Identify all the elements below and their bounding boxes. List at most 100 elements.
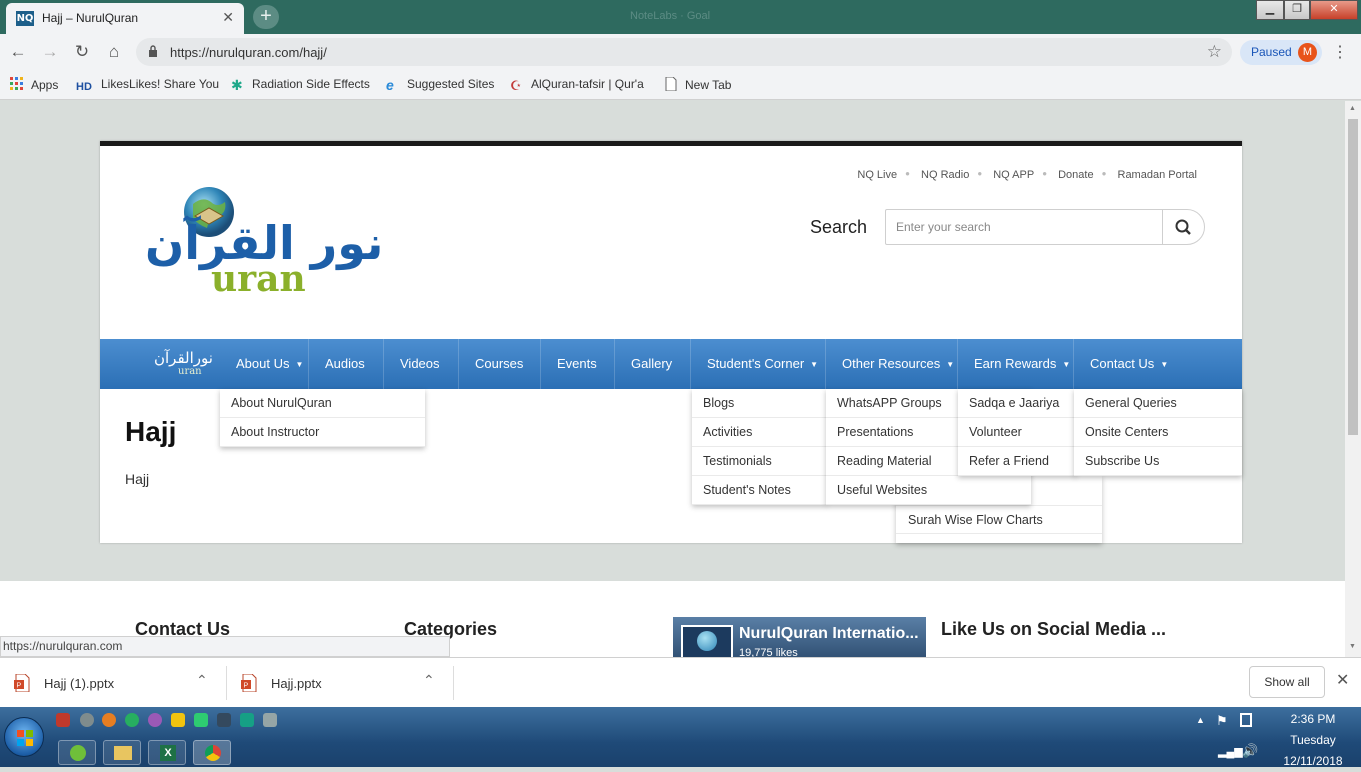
top-link-nq-app[interactable]: NQ APP bbox=[993, 169, 1034, 181]
browser-tab[interactable]: NQ Hajj – NurulQuran ✕ bbox=[6, 3, 244, 34]
nav-home-logo[interactable]: نورالقرآن uran bbox=[140, 339, 220, 389]
nav-label: About Us bbox=[236, 356, 290, 371]
taskbar-chrome[interactable] bbox=[193, 740, 231, 765]
bookmark-star-icon[interactable]: ☆ bbox=[1207, 42, 1222, 62]
scrollbar-thumb[interactable] bbox=[1348, 119, 1358, 435]
menu-item-general-queries[interactable]: General Queries bbox=[1074, 389, 1242, 418]
menu-item-refer-a-friend[interactable]: Refer a Friend bbox=[958, 447, 1076, 476]
reload-button[interactable]: ↻ bbox=[72, 42, 92, 62]
search-input[interactable] bbox=[885, 209, 1163, 245]
chrome-icon[interactable] bbox=[125, 713, 139, 727]
chevron-up-icon[interactable]: ⌃ bbox=[423, 672, 435, 689]
top-link-nq-radio[interactable]: NQ Radio bbox=[921, 169, 969, 181]
nav-about-us[interactable]: About Us ▼ bbox=[220, 339, 309, 389]
dropdown-contact-us: General Queries Onsite Centers Subscribe… bbox=[1074, 389, 1242, 476]
nav-audios[interactable]: Audios bbox=[309, 339, 384, 389]
quick-launch-icon[interactable] bbox=[240, 713, 254, 727]
top-link-ramadan-portal[interactable]: Ramadan Portal bbox=[1118, 169, 1198, 181]
bookmark-suggested-sites[interactable]: e Suggested Sites bbox=[386, 77, 495, 93]
quick-launch-icon[interactable] bbox=[263, 713, 277, 727]
taskbar-utorrent[interactable] bbox=[58, 740, 96, 765]
download-item[interactable]: P Hajj.pptx ⌃ bbox=[227, 666, 454, 700]
taskbar-excel[interactable]: X bbox=[148, 740, 186, 765]
minimize-button[interactable]: ▁ bbox=[1256, 0, 1284, 20]
bookmark-likeslikes[interactable]: HD LikesLikes! Share You bbox=[76, 77, 219, 95]
footer-social-heading: Like Us on Social Media ... bbox=[941, 619, 1167, 639]
volume-icon[interactable]: 🔊 bbox=[1242, 743, 1258, 759]
windows-logo-icon bbox=[17, 730, 33, 746]
quick-launch-icon[interactable] bbox=[217, 713, 231, 727]
start-button[interactable] bbox=[4, 717, 44, 757]
menu-item-students-notes[interactable]: Student's Notes bbox=[692, 476, 827, 505]
page-icon bbox=[665, 77, 677, 91]
menu-item-subscribe-us[interactable]: Subscribe Us bbox=[1074, 447, 1242, 476]
chrome-icon bbox=[205, 745, 221, 761]
bookmark-new-tab[interactable]: New Tab bbox=[664, 77, 731, 92]
facebook-page-widget[interactable]: NurulQuran Internatio... 19,775 likes bbox=[673, 617, 926, 657]
firefox-icon[interactable] bbox=[102, 713, 116, 727]
url-text: https://nurulquran.com/hajj/ bbox=[170, 45, 327, 60]
nav-students-corner[interactable]: Student's Corner ▼ bbox=[691, 339, 826, 389]
menu-item-surah-wise-flow-charts[interactable]: Surah Wise Flow Charts bbox=[896, 505, 1102, 534]
taskbar-explorer[interactable] bbox=[103, 740, 141, 765]
show-hidden-icons[interactable]: ▲ bbox=[1196, 715, 1205, 725]
top-link-nq-live[interactable]: NQ Live bbox=[857, 169, 897, 181]
menu-item-activities[interactable]: Activities bbox=[692, 418, 827, 447]
bookmark-label: AlQuran-tafsir | Qur'a bbox=[531, 77, 644, 91]
new-tab-button[interactable]: + bbox=[253, 5, 279, 29]
bookmark-label: New Tab bbox=[685, 78, 732, 92]
nav-earn-rewards[interactable]: Earn Rewards ▼ bbox=[958, 339, 1074, 389]
network-signal-icon[interactable]: ▂▄▆ bbox=[1218, 745, 1243, 758]
forward-button[interactable]: → bbox=[40, 42, 60, 62]
itunes-icon[interactable] bbox=[148, 713, 162, 727]
maximize-button[interactable]: ❐ bbox=[1284, 0, 1310, 20]
device-icon[interactable] bbox=[1240, 713, 1252, 727]
close-download-shelf-icon[interactable]: ✕ bbox=[1336, 670, 1349, 690]
nav-courses[interactable]: Courses bbox=[459, 339, 541, 389]
home-button[interactable]: ⌂ bbox=[104, 42, 124, 62]
caret-down-icon: ▼ bbox=[1160, 360, 1169, 369]
menu-item-sadqa-e-jaariya[interactable]: Sadqa e Jaariya bbox=[958, 389, 1076, 418]
nav-other-resources[interactable]: Other Resources ▼ bbox=[826, 339, 958, 389]
search-icon bbox=[1175, 219, 1191, 235]
search-button[interactable] bbox=[1162, 209, 1205, 245]
page-scrollbar[interactable]: ▲ ▼ bbox=[1345, 101, 1361, 657]
back-button[interactable]: ← bbox=[8, 42, 28, 62]
nav-events[interactable]: Events bbox=[541, 339, 615, 389]
menu-kebab-icon[interactable]: ⋮ bbox=[1332, 42, 1348, 62]
system-clock[interactable]: 2:36 PM Tuesday 12/11/2018 bbox=[1268, 709, 1358, 772]
nurulquran-logo[interactable]: نور القرآن uran bbox=[145, 186, 383, 306]
menu-item-volunteer[interactable]: Volunteer bbox=[958, 418, 1076, 447]
quran-icon: ☪ bbox=[510, 78, 522, 93]
menu-item-blogs[interactable]: Blogs bbox=[692, 389, 827, 418]
close-window-button[interactable]: ✕ bbox=[1310, 0, 1358, 20]
nav-contact-us[interactable]: Contact Us ▼ bbox=[1074, 339, 1174, 389]
nav-label: Contact Us bbox=[1090, 356, 1155, 371]
bookmark-radiation[interactable]: ✱ Radiation Side Effects bbox=[231, 77, 370, 93]
notes-icon[interactable] bbox=[171, 713, 185, 727]
scroll-up-icon[interactable]: ▲ bbox=[1349, 105, 1356, 112]
quick-launch-icon[interactable] bbox=[80, 713, 94, 727]
scroll-down-icon[interactable]: ▼ bbox=[1349, 643, 1356, 650]
quick-launch-icon[interactable] bbox=[56, 713, 70, 727]
download-item[interactable]: P Hajj (1).pptx ⌃ bbox=[0, 666, 227, 700]
address-bar[interactable]: https://nurulquran.com/hajj/ ☆ bbox=[136, 38, 1232, 66]
quick-launch-icon[interactable] bbox=[194, 713, 208, 727]
chevron-up-icon[interactable]: ⌃ bbox=[196, 672, 208, 689]
show-all-downloads-button[interactable]: Show all bbox=[1249, 666, 1325, 698]
menu-item-useful-websites[interactable]: Useful Websites bbox=[826, 476, 1031, 505]
nav-gallery[interactable]: Gallery bbox=[615, 339, 691, 389]
menu-item-about-instructor[interactable]: About Instructor bbox=[220, 418, 425, 447]
bookmark-label: Suggested Sites bbox=[407, 77, 495, 91]
top-link-donate[interactable]: Donate bbox=[1058, 169, 1093, 181]
menu-item-onsite-centers[interactable]: Onsite Centers bbox=[1074, 418, 1242, 447]
nav-videos[interactable]: Videos bbox=[384, 339, 459, 389]
menu-item-testimonials[interactable]: Testimonials bbox=[692, 447, 827, 476]
dropdown-about-us: About NurulQuran About Instructor bbox=[220, 389, 425, 447]
profile-button[interactable]: Paused M bbox=[1240, 40, 1322, 65]
bookmark-alquran-tafsir[interactable]: ☪ AlQuran-tafsir | Qur'a bbox=[510, 77, 644, 93]
menu-item-about-nurulquran[interactable]: About NurulQuran bbox=[220, 389, 425, 418]
bookmark-apps[interactable]: Apps bbox=[10, 77, 58, 92]
action-center-flag-icon[interactable]: ⚑ bbox=[1216, 713, 1228, 729]
close-tab-icon[interactable]: ✕ bbox=[222, 9, 234, 26]
